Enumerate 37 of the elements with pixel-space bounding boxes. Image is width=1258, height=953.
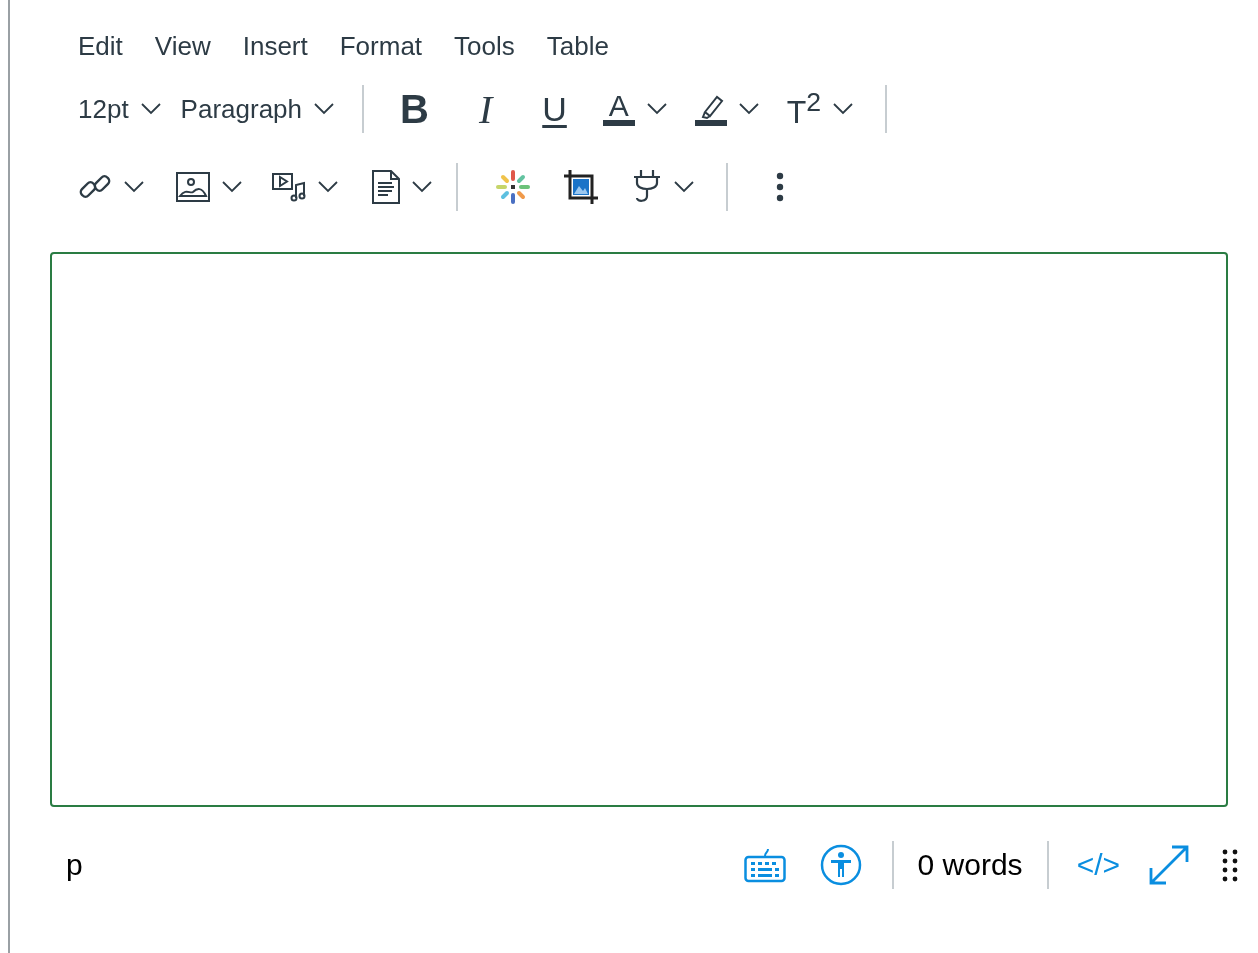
keyboard-icon [743, 847, 786, 883]
menu-item[interactable]: Tools [438, 30, 531, 62]
chevron-icon [833, 103, 854, 115]
menu-item[interactable]: Insert [226, 30, 324, 62]
color-burst-icon [496, 170, 530, 204]
chevron-icon [412, 181, 432, 193]
chevron-icon [646, 103, 667, 115]
font-size-dropdown[interactable]: 12pt [68, 84, 171, 134]
accessibility-icon [819, 844, 862, 886]
chevron-icon [140, 103, 161, 115]
html-editor-toggle[interactable]: </> [1060, 840, 1136, 890]
superscript-button[interactable]: T$^{2}$ [772, 84, 868, 134]
chevron-icon [222, 181, 242, 193]
expand-icon [1148, 844, 1190, 886]
italic-button[interactable]: I [450, 84, 521, 134]
video-music-icon [272, 171, 306, 203]
bold-button[interactable]: B [382, 84, 451, 134]
plug-icon [632, 169, 662, 205]
menu-item[interactable]: Edit [62, 30, 139, 62]
menu-item[interactable]: Format [323, 30, 439, 62]
document-icon [372, 170, 400, 204]
resize-handle-icon[interactable] [1222, 848, 1238, 882]
chevron-icon [318, 181, 338, 193]
crop-image-icon [564, 170, 598, 204]
chevron-icon [124, 181, 144, 193]
chevron-icon [738, 103, 759, 115]
menu-item[interactable]: View [138, 30, 227, 62]
element-path[interactable]: p [66, 848, 83, 882]
chevron-icon [674, 181, 694, 193]
word-count[interactable]: 0 words [905, 848, 1035, 882]
menu-item[interactable]: Table [530, 30, 625, 62]
image-icon [176, 172, 210, 202]
underline-button[interactable]: U [520, 84, 589, 134]
block-format-dropdown[interactable]: Paragraph [170, 84, 345, 134]
more-icon [776, 172, 784, 202]
text-color-button[interactable]: A [588, 84, 681, 134]
chevron-icon [314, 103, 335, 115]
